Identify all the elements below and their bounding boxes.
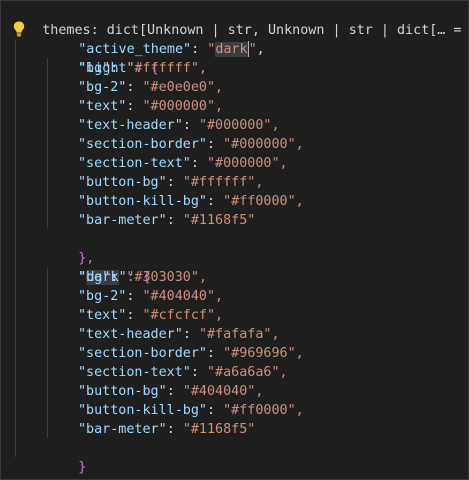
code-line-dark-open[interactable]: "dark": { — [46, 249, 151, 285]
colon: : — [126, 80, 143, 95]
light-entry[interactable]: "section-border": "#000000", — [78, 135, 304, 154]
light-entry[interactable]: "button-kill-bg": "#ff0000", — [78, 192, 304, 211]
light-entry[interactable]: "bg-2": "#e0e0e0", — [78, 78, 223, 97]
indent-guide — [15, 39, 16, 457]
entry-key: "button-bg" — [78, 384, 167, 399]
dark-close-brace: } — [78, 460, 87, 475]
colon: : — [110, 270, 127, 285]
entry-value: "#000000", — [142, 99, 224, 114]
entry-value: "#ff0000", — [223, 403, 304, 418]
entry-value: "#1168f5" — [182, 422, 256, 437]
dark-entry[interactable]: "button-bg": "#404040", — [78, 382, 263, 401]
entry-value: "#1168f5" — [182, 213, 256, 228]
entry-key: "section-border" — [78, 137, 207, 152]
entry-value: "#cfcfcf", — [142, 308, 224, 323]
colon: : — [190, 156, 207, 171]
code-line-light-close[interactable]: }, — [46, 230, 94, 266]
colon: : — [166, 422, 183, 437]
entry-value: "#404040", — [182, 384, 264, 399]
colon: : — [110, 61, 127, 76]
colon: : — [166, 213, 183, 228]
code-line-light-open[interactable]: "light": { — [46, 40, 159, 76]
code-line-dark-close[interactable]: } — [46, 439, 86, 475]
entry-value: "#404040", — [142, 289, 224, 304]
dark-entry[interactable]: "text-header": "#fafafa", — [78, 325, 280, 344]
colon: : — [182, 118, 199, 133]
entry-key: "button-kill-bg" — [78, 194, 207, 209]
colon: : — [166, 384, 183, 399]
light-entry[interactable]: "button-bg": "#ffffff", — [78, 173, 263, 192]
entry-value: "#fafafa", — [198, 327, 280, 342]
light-entry[interactable]: "section-text": "#000000", — [78, 154, 288, 173]
entry-key: "bar-meter" — [78, 422, 167, 437]
entry-key: "bg" — [78, 270, 111, 285]
entry-value: "#ffffff", — [182, 175, 264, 190]
colon: : — [190, 365, 207, 380]
colon: : — [207, 403, 224, 418]
selected-word-dark[interactable]: dark — [215, 42, 248, 57]
entry-key: "bg-2" — [78, 289, 127, 304]
entry-key: "text" — [78, 99, 127, 114]
dark-entry[interactable]: "bg-2": "#404040", — [78, 287, 223, 306]
entry-key: "button-bg" — [78, 175, 167, 190]
dark-entry[interactable]: "bg": "#303030", — [78, 268, 207, 287]
entry-value: "#a6a6a6", — [207, 365, 288, 380]
code-line-active-theme[interactable]: "active_theme": "dark", — [46, 21, 265, 57]
colon: : — [207, 346, 224, 361]
colon: : — [191, 42, 208, 57]
entry-value: "#000000", — [207, 156, 288, 171]
colon: : — [126, 308, 143, 323]
entry-key: "bg" — [78, 61, 111, 76]
entry-value: "#303030", — [126, 270, 207, 285]
colon: : — [126, 289, 143, 304]
dark-entry[interactable]: "text": "#cfcfcf", — [78, 306, 223, 325]
entry-value: "#e0e0e0", — [142, 80, 224, 95]
dark-entry[interactable]: "bar-meter": "#1168f5" — [78, 420, 255, 439]
comma: , — [256, 42, 265, 57]
entry-value: "#ffffff", — [126, 61, 207, 76]
entry-key: "section-text" — [78, 156, 191, 171]
entry-key: "section-text" — [78, 365, 191, 380]
entry-value: "#000000", — [198, 118, 280, 133]
code-line-outer-close[interactable]: } — [10, 458, 50, 477]
colon: : — [182, 327, 199, 342]
entry-key: "text-header" — [78, 118, 183, 133]
dark-entry[interactable]: "button-kill-bg": "#ff0000", — [78, 401, 304, 420]
dark-entry[interactable]: "section-text": "#a6a6a6", — [78, 363, 288, 382]
entry-value: "#ff0000", — [223, 194, 304, 209]
lightbulb-icon[interactable] — [13, 21, 25, 37]
light-entry[interactable]: "text-header": "#000000", — [78, 116, 280, 135]
colon: : — [207, 194, 224, 209]
colon: : — [126, 99, 143, 114]
light-entry[interactable]: "text": "#000000", — [78, 97, 223, 116]
entry-key: "section-border" — [78, 346, 207, 361]
entry-key: "text-header" — [78, 327, 183, 342]
entry-key: "bg-2" — [78, 80, 127, 95]
entry-key: "bar-meter" — [78, 213, 167, 228]
code-editor[interactable]: themes: dict[Unknown | str, Unknown | st… — [0, 0, 469, 480]
entry-key: "text" — [78, 308, 127, 323]
colon: : — [166, 175, 183, 190]
sticky-header-line: themes: dict[Unknown | str, Unknown | st… — [10, 2, 468, 38]
value-quote-close: " — [248, 42, 257, 57]
dark-entry[interactable]: "section-border": "#969696", — [78, 344, 304, 363]
colon: : — [207, 137, 224, 152]
light-entry[interactable]: "bar-meter": "#1168f5" — [78, 211, 255, 230]
light-entry[interactable]: "bg": "#ffffff", — [78, 59, 207, 78]
entry-value: "#969696", — [223, 346, 304, 361]
entry-key: "button-kill-bg" — [78, 403, 207, 418]
entry-value: "#000000", — [223, 137, 304, 152]
